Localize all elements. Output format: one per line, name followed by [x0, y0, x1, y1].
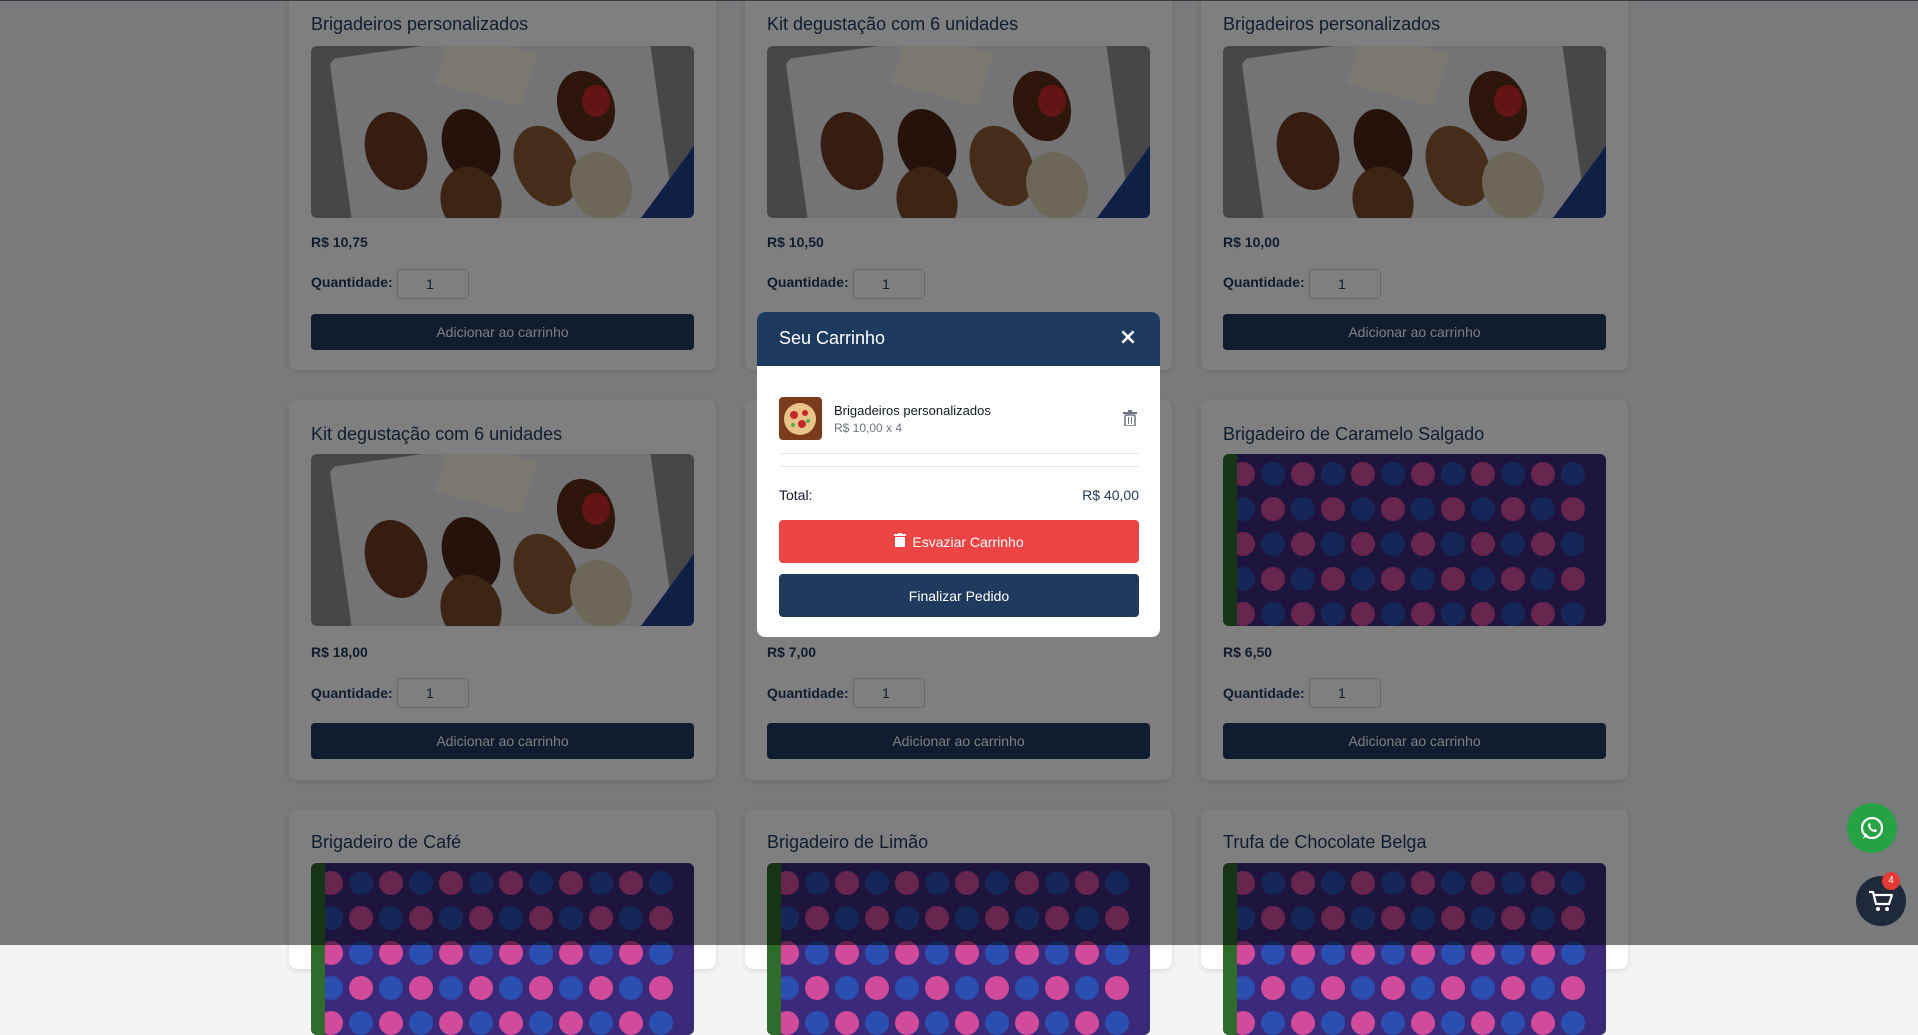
divider: [779, 453, 1139, 454]
whatsapp-icon[interactable]: [1847, 803, 1897, 853]
cart-modal-header: Seu Carrinho ×: [757, 312, 1160, 366]
cart-item-price-qty: R$ 10,00 x 4: [834, 421, 903, 435]
close-icon[interactable]: ×: [1114, 324, 1142, 352]
total-value: R$ 40,00: [1082, 487, 1139, 503]
trash-icon: [894, 533, 907, 550]
cart-modal: Seu Carrinho × Brigadeiros personalizado…: [757, 312, 1160, 637]
cart-item: Brigadeiros personalizados R$ 10,00 x 4: [779, 397, 1139, 457]
cart-count-badge: 4: [1882, 872, 1900, 890]
trash-icon[interactable]: [1121, 409, 1139, 429]
finish-order-button[interactable]: Finalizar Pedido: [779, 574, 1139, 617]
total-label: Total:: [779, 487, 813, 503]
empty-cart-button[interactable]: Esvaziar Carrinho: [779, 520, 1139, 563]
cart-item-name: Brigadeiros personalizados: [834, 403, 991, 418]
divider: [779, 466, 1139, 467]
cart-modal-title: Seu Carrinho: [779, 328, 886, 348]
empty-cart-label: Esvaziar Carrinho: [912, 533, 1024, 550]
cart-item-thumbnail: [779, 397, 822, 440]
